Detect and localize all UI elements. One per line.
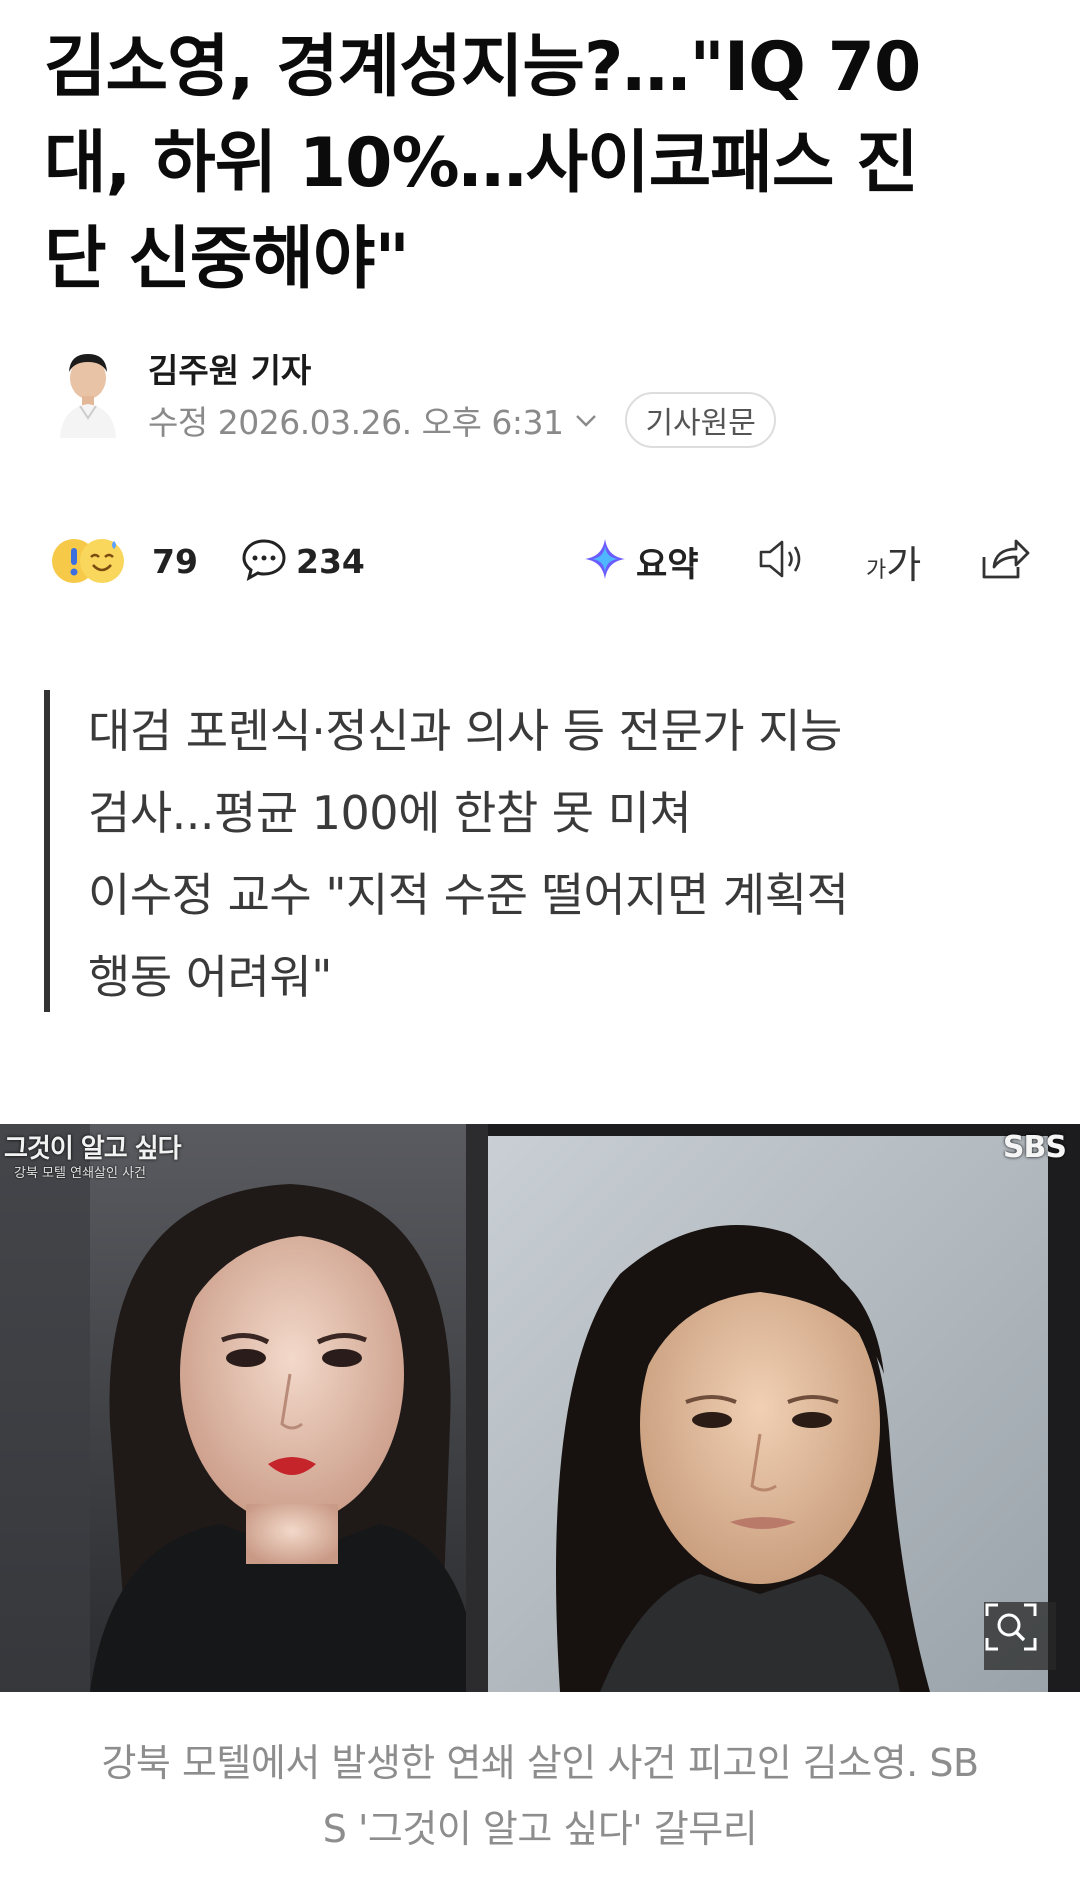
- sparkle-icon: [582, 536, 628, 586]
- original-article-button[interactable]: 기사원문: [625, 392, 776, 448]
- broadcaster-logo: SBS: [1002, 1130, 1067, 1165]
- headline-line-2: 대, 하위 10%…사이코패스 진: [44, 124, 919, 203]
- photo-caption: 강북 모텔에서 발생한 연쇄 살인 사건 피고인 김소영. SB S '그것이 …: [40, 1730, 1040, 1862]
- speaker-icon: [756, 535, 810, 587]
- comment-button[interactable]: 234: [240, 530, 365, 592]
- smile-emoji-icon: [80, 539, 124, 583]
- comment-count: 234: [296, 541, 365, 581]
- article-headline: 김소영, 경계성지능?…"IQ 70 대, 하위 10%…사이코패스 진 단 신…: [44, 20, 1044, 308]
- summary-line-2: 검사...평균 100에 한참 못 미쳐: [88, 786, 692, 840]
- summary-line-4: 행동 어려워": [88, 950, 332, 1004]
- summary-button[interactable]: 요약: [582, 530, 699, 592]
- summary-label: 요약: [636, 544, 699, 585]
- font-size-large-label: 가: [886, 542, 922, 587]
- comment-icon: [240, 535, 288, 587]
- caption-line-1: 강북 모텔에서 발생한 연쇄 살인 사건 피고인 김소영. SB: [101, 1741, 979, 1785]
- article-date: 수정 2026.03.26. 오후 6:31: [148, 403, 564, 442]
- byline: 김주원 기자 수정 2026.03.26. 오후 6:31 기사원문: [52, 340, 1032, 450]
- meta-row: 수정 2026.03.26. 오후 6:31 기사원문: [148, 392, 776, 448]
- headline-line-1: 김소영, 경계성지능?…"IQ 70: [44, 28, 921, 107]
- summary-line-1: 대검 포렌식·정신과 의사 등 전문가 지능: [88, 704, 842, 758]
- share-icon: [978, 535, 1030, 587]
- photo-zoom-button[interactable]: [984, 1602, 1056, 1670]
- reaction-count: 79: [152, 541, 198, 581]
- chevron-down-icon[interactable]: [573, 407, 599, 433]
- headline-line-3: 단 신중해야": [44, 220, 410, 299]
- program-subtitle: 강북 모텔 연쇄살인 사건: [14, 1166, 146, 1181]
- program-title: 그것이 알고 싶다: [4, 1134, 182, 1164]
- photo-illustration: [0, 1124, 1048, 1692]
- caption-line-2: S '그것이 알고 싶다' 갈무리: [322, 1807, 758, 1851]
- reporter-avatar[interactable]: [58, 348, 118, 438]
- article-photo[interactable]: 그것이 알고 싶다 강북 모텔 연쇄살인 사건 SBS: [0, 1124, 1080, 1692]
- summary-line-3: 이수정 교수 "지적 수준 떨어지면 계획적: [88, 868, 849, 922]
- action-bar: 79 234 요약 가 가: [44, 530, 1040, 592]
- article-summary: 대검 포렌식·정신과 의사 등 전문가 지능 검사...평균 100에 한참 못…: [44, 690, 1024, 1012]
- reaction-button[interactable]: 79: [52, 530, 202, 592]
- article-page: 김소영, 경계성지능?…"IQ 70 대, 하위 10%…사이코패스 진 단 신…: [0, 0, 1080, 1889]
- share-button[interactable]: [978, 530, 1030, 592]
- font-size-small-label: 가: [866, 558, 887, 583]
- font-size-button[interactable]: 가 가: [866, 530, 921, 592]
- reporter-name[interactable]: 김주원 기자: [148, 344, 311, 392]
- tts-button[interactable]: [756, 530, 810, 592]
